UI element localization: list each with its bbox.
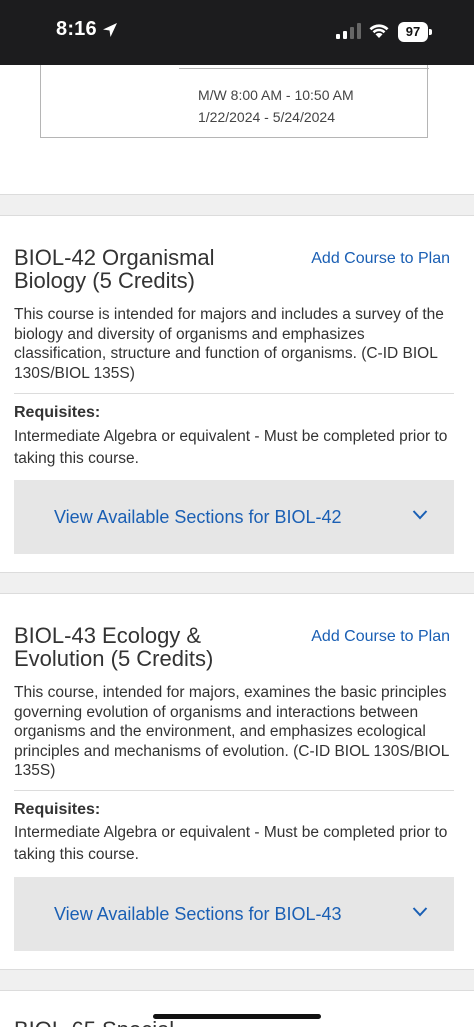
status-bar: 8:16 97 [0,0,474,65]
battery-level: 97 [398,22,428,42]
view-sections-button[interactable]: View Available Sections for BIOL-43 [14,877,454,951]
divider [14,790,454,791]
course-description: This course is intended for majors and i… [14,306,444,382]
course-title: BIOL-42 Organismal Biology (5 Credits) [14,245,215,293]
location-arrow-icon [102,22,117,37]
view-sections-label: View Available Sections for BIOL-43 [54,903,342,924]
requisites-label: Requisites: [14,404,101,421]
previous-course-card: M/W 8:00 AM - 10:50 AM 1/22/2024 - 5/24/… [0,65,474,195]
course-description: This course, intended for majors, examin… [14,684,449,779]
meeting-days-time: M/W 8:00 AM - 10:50 AM [198,87,354,103]
view-sections-label: View Available Sections for BIOL-42 [54,506,342,527]
requisites-label: Requisites: [14,801,101,818]
home-indicator[interactable] [153,1014,321,1019]
section-details-box: M/W 8:00 AM - 10:50 AM 1/22/2024 - 5/24/… [40,65,429,138]
requisites-text: Intermediate Algebra or equivalent - Mus… [14,428,448,467]
wifi-icon [369,24,389,38]
meeting-dates: 1/22/2024 - 5/24/2024 [198,109,336,125]
add-course-to-plan-link[interactable]: Add Course to Plan [311,250,450,268]
chevron-down-icon [412,510,428,520]
status-time: 8:16 [56,18,118,41]
course-card-biol-65: BIOL-65 Special [0,990,474,1027]
chevron-down-icon [412,907,428,917]
divider [14,393,454,394]
requisites-text: Intermediate Algebra or equivalent - Mus… [14,824,448,863]
section-meeting: M/W 8:00 AM - 10:50 AM 1/22/2024 - 5/24/… [198,84,354,128]
signal-icon [336,23,361,39]
view-sections-button[interactable]: View Available Sections for BIOL-42 [14,480,454,554]
course-card-biol-43: BIOL-43 Ecology & Evolution (5 Credits) … [0,593,474,970]
course-title: BIOL-65 Special [14,1017,174,1027]
time-label: 8:16 [56,18,97,40]
battery-icon: 97 [398,22,432,42]
course-card-biol-42: BIOL-42 Organismal Biology (5 Credits) A… [0,215,474,573]
course-title: BIOL-43 Ecology & Evolution (5 Credits) [14,623,214,671]
add-course-to-plan-link[interactable]: Add Course to Plan [311,628,450,646]
